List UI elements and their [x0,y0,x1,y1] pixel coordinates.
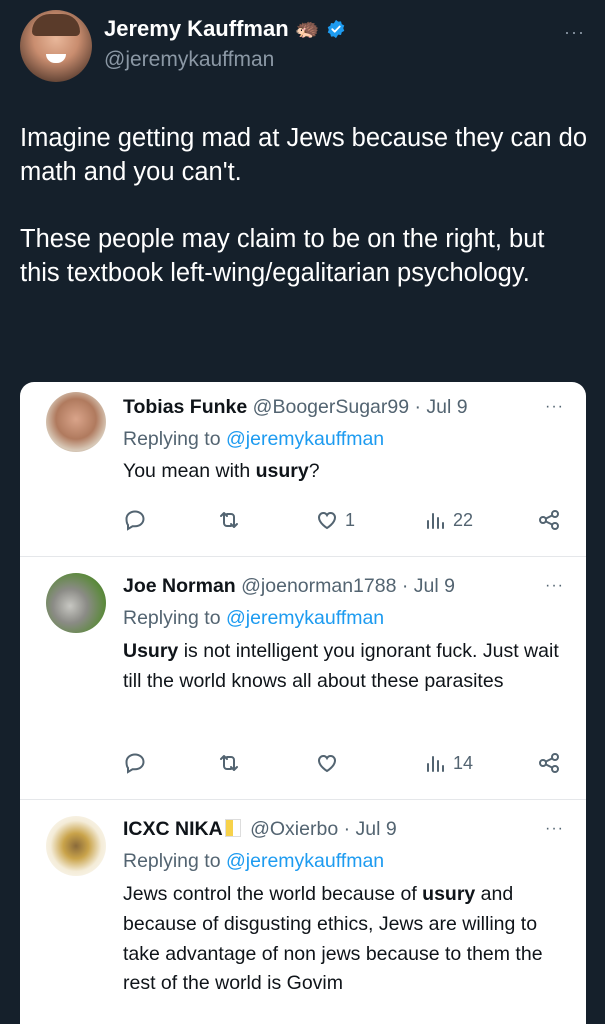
retweet-button[interactable] [217,751,241,775]
retweet-icon [220,755,238,771]
reply-body: You mean with usury? [123,457,563,487]
share-button[interactable] [537,751,561,775]
author-name-row: Jeremy Kauffman 🦔 [104,16,346,42]
reply-avatar[interactable] [46,816,106,876]
reply-button[interactable] [123,751,147,775]
reply-more-icon[interactable]: ··· [545,820,564,838]
replying-to: Replying to @jeremykauffman [123,850,384,873]
embedded-image-card[interactable]: Tobias Funke @BoogerSugar99 · Jul 9 ··· … [20,382,586,1024]
reply-meta: Joe Norman @joenorman1788 · Jul 9 [123,575,455,598]
reply-date: · Jul 9 [414,396,468,418]
views-icon [427,756,444,772]
replying-prefix: Replying to [123,428,221,450]
reply-body-post: is not intelligent you ignorant fuck. Ju… [123,640,559,692]
comment-icon [125,510,145,531]
reply-actions: 14 [123,751,565,779]
reply-body: Usury is not intelligent you ignorant fu… [123,637,563,697]
reply-date: · Jul 9 [343,818,397,840]
tweet-header: Jeremy Kauffman 🦔 @jeremykauffman ··· [0,0,605,90]
reply-meta: ICXC NIKA @Oxierbo · Jul 9 [123,818,397,841]
retweet-icon [220,512,238,528]
reply-item: Joe Norman @joenorman1788 · Jul 9 ··· Re… [20,557,586,800]
views-count: 14 [453,752,474,773]
reply-avatar[interactable] [46,573,106,633]
more-options-icon[interactable]: ··· [564,22,585,43]
reply-body-pre: Jews control the world because of [123,883,423,905]
replying-prefix: Replying to [123,607,221,629]
reply-author-handle[interactable]: @joenorman1788 [241,575,396,597]
reply-item: Tobias Funke @BoogerSugar99 · Jul 9 ··· … [20,382,586,557]
reply-button[interactable] [123,508,147,532]
author-name[interactable]: Jeremy Kauffman [104,16,289,42]
replying-handle[interactable]: @jeremykauffman [226,607,384,629]
vatican-flag-icon [224,819,241,837]
share-icon [539,510,559,530]
hedgehog-emoji: 🦔 [294,18,320,40]
reply-author-name[interactable]: Tobias Funke [123,396,247,418]
reply-more-icon[interactable]: ··· [545,398,564,416]
reply-body-bold: usury [422,883,476,905]
author-handle[interactable]: @jeremykauffman [104,48,274,72]
reply-actions: 1 22 [123,508,565,536]
reply-avatar[interactable] [46,392,106,452]
replying-prefix: Replying to [123,850,221,872]
like-button[interactable] [315,751,345,775]
reply-date: · Jul 9 [401,575,455,597]
reply-body-bold: Usury [123,640,179,662]
views-count: 22 [453,509,474,530]
views-icon [427,513,444,529]
views-button[interactable]: 14 [423,751,473,775]
reply-meta: Tobias Funke @BoogerSugar99 · Jul 9 [123,396,468,419]
reply-body-pre: You mean with [123,460,256,482]
reply-author-handle[interactable]: @BoogerSugar99 [253,396,409,418]
like-count: 1 [345,509,356,530]
replying-to: Replying to @jeremykauffman [123,428,384,451]
reply-author-name[interactable]: ICXC NIKA [123,818,223,840]
replying-handle[interactable]: @jeremykauffman [226,850,384,872]
reply-body: Jews control the world because of usury … [123,880,563,999]
comment-icon [125,753,145,774]
reply-author-name[interactable]: Joe Norman [123,575,236,597]
tweet-text: Imagine getting mad at Jews because they… [20,122,590,291]
reply-body-post: ? [308,460,320,482]
tweet-paragraph-1: Imagine getting mad at Jews because they… [20,124,588,186]
replying-to: Replying to @jeremykauffman [123,607,384,630]
like-button[interactable]: 1 [315,508,355,532]
share-button[interactable] [537,508,561,532]
reply-author-handle[interactable]: @Oxierbo [250,818,338,840]
retweet-button[interactable] [217,508,241,532]
share-icon [539,753,559,773]
views-button[interactable]: 22 [423,508,473,532]
reply-body-bold: usury [255,460,309,482]
reply-item: ICXC NIKA @Oxierbo · Jul 9 ··· Replying … [20,800,586,1024]
replying-handle[interactable]: @jeremykauffman [226,428,384,450]
author-avatar[interactable] [20,10,92,82]
reply-more-icon[interactable]: ··· [545,577,564,595]
heart-icon [317,754,337,773]
verified-badge-icon [327,19,344,39]
tweet-paragraph-2: These people may claim to be on the righ… [20,224,545,287]
heart-icon [317,511,337,530]
